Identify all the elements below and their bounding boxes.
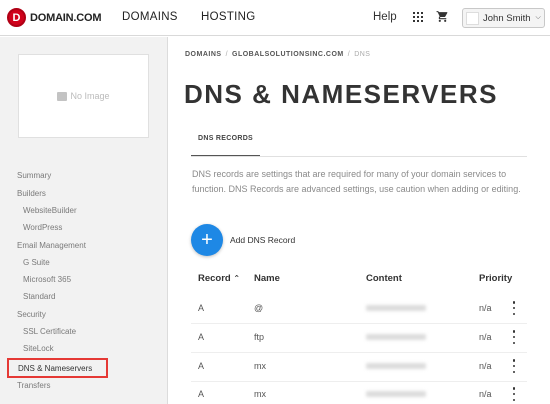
record-name: ftp <box>254 332 265 342</box>
more-options-icon[interactable] <box>511 387 517 401</box>
nav-hosting[interactable]: HOSTING <box>201 11 256 23</box>
breadcrumb-domain-name[interactable]: GLOBALSOLUTIONSINC.COM <box>232 51 344 58</box>
add-dns-record-label[interactable]: Add DNS Record <box>230 235 295 245</box>
no-image-label: No Image <box>70 91 110 101</box>
sidebar-item-standard[interactable]: Standard <box>23 292 55 301</box>
record-type: A <box>198 361 205 371</box>
tab-divider <box>191 156 527 157</box>
sidebar-item-label: DNS & Nameservers <box>18 363 93 373</box>
add-dns-record-button[interactable]: + <box>191 224 223 256</box>
record-content-redacted <box>366 305 426 311</box>
tab-dns-records[interactable]: DNS RECORDS <box>191 134 260 157</box>
sidebar-item-security[interactable]: Security <box>17 310 46 319</box>
sidebar-item-email-management[interactable]: Email Management <box>17 241 86 250</box>
sidebar: No Image Summary Builders WebsiteBuilder… <box>0 37 168 404</box>
sort-up-icon: ⌃ <box>233 274 241 283</box>
user-name: John Smith <box>483 12 531 24</box>
record-type: A <box>198 389 205 399</box>
sidebar-item-microsoft-365[interactable]: Microsoft 365 <box>23 275 71 284</box>
column-header-record[interactable]: Record ⌃ <box>198 273 240 284</box>
column-header-content[interactable]: Content <box>366 273 402 284</box>
cart-icon[interactable] <box>436 10 449 23</box>
plus-icon: + <box>201 228 213 251</box>
more-options-icon[interactable] <box>511 330 517 344</box>
record-name: @ <box>254 303 264 313</box>
record-type: A <box>198 332 205 342</box>
sidebar-item-websitebuilder[interactable]: WebsiteBuilder <box>23 206 77 215</box>
chevron-down-icon: ⌵ <box>535 14 541 21</box>
breadcrumb: DOMAINS / GLOBALSOLUTIONSINC.COM / DNS <box>185 51 371 58</box>
record-content-redacted <box>366 363 426 369</box>
sidebar-item-summary[interactable]: Summary <box>17 171 51 180</box>
dns-description: DNS records are settings that are requir… <box>192 169 521 194</box>
record-name: mx <box>254 361 266 371</box>
record-content-redacted <box>366 334 426 340</box>
help-link[interactable]: Help <box>373 11 397 23</box>
sidebar-item-wordpress[interactable]: WordPress <box>23 223 62 232</box>
grid-icon[interactable] <box>413 12 423 22</box>
record-priority: n/a <box>479 303 492 313</box>
sidebar-item-builders[interactable]: Builders <box>17 189 46 198</box>
user-menu-button[interactable]: John Smith ⌵ <box>462 8 545 28</box>
breadcrumb-current: DNS <box>354 51 371 58</box>
page-title: DNS & NAMESERVERS <box>184 79 498 109</box>
table-row: A ftp n/a <box>191 324 527 353</box>
sidebar-item-transfers[interactable]: Transfers <box>17 381 51 390</box>
record-priority: n/a <box>479 361 492 371</box>
nav-domains[interactable]: DOMAINS <box>122 11 178 23</box>
record-priority: n/a <box>479 332 492 342</box>
more-options-icon[interactable] <box>511 301 517 315</box>
table-row: A @ n/a <box>191 295 527 324</box>
sidebar-item-ssl-certificate[interactable]: SSL Certificate <box>23 327 76 336</box>
image-icon <box>57 91 68 101</box>
logo-icon: D <box>7 8 26 27</box>
sidebar-item-g-suite[interactable]: G Suite <box>23 258 50 267</box>
record-priority: n/a <box>479 389 492 399</box>
column-header-record-label: Record <box>198 273 231 284</box>
record-content-redacted <box>366 391 426 397</box>
more-options-icon[interactable] <box>511 359 517 373</box>
column-header-name[interactable]: Name <box>254 273 280 284</box>
logo[interactable]: D DOMAIN.COM <box>7 8 102 27</box>
column-header-priority[interactable]: Priority <box>479 273 512 284</box>
avatar <box>466 11 479 25</box>
table-row: A mx n/a <box>191 381 527 404</box>
sidebar-item-dns-nameservers[interactable]: DNS & Nameservers <box>7 358 108 378</box>
breadcrumb-domains[interactable]: DOMAINS <box>185 51 222 58</box>
record-type: A <box>198 303 205 313</box>
top-bar: D DOMAIN.COM DOMAINS HOSTING Help John S… <box>0 0 550 36</box>
logo-text: DOMAIN.COM <box>30 11 102 24</box>
record-name: mx <box>254 389 266 399</box>
domain-thumbnail: No Image <box>18 54 149 138</box>
table-row: A mx n/a <box>191 353 527 382</box>
sidebar-item-sitelock[interactable]: SiteLock <box>23 344 54 353</box>
